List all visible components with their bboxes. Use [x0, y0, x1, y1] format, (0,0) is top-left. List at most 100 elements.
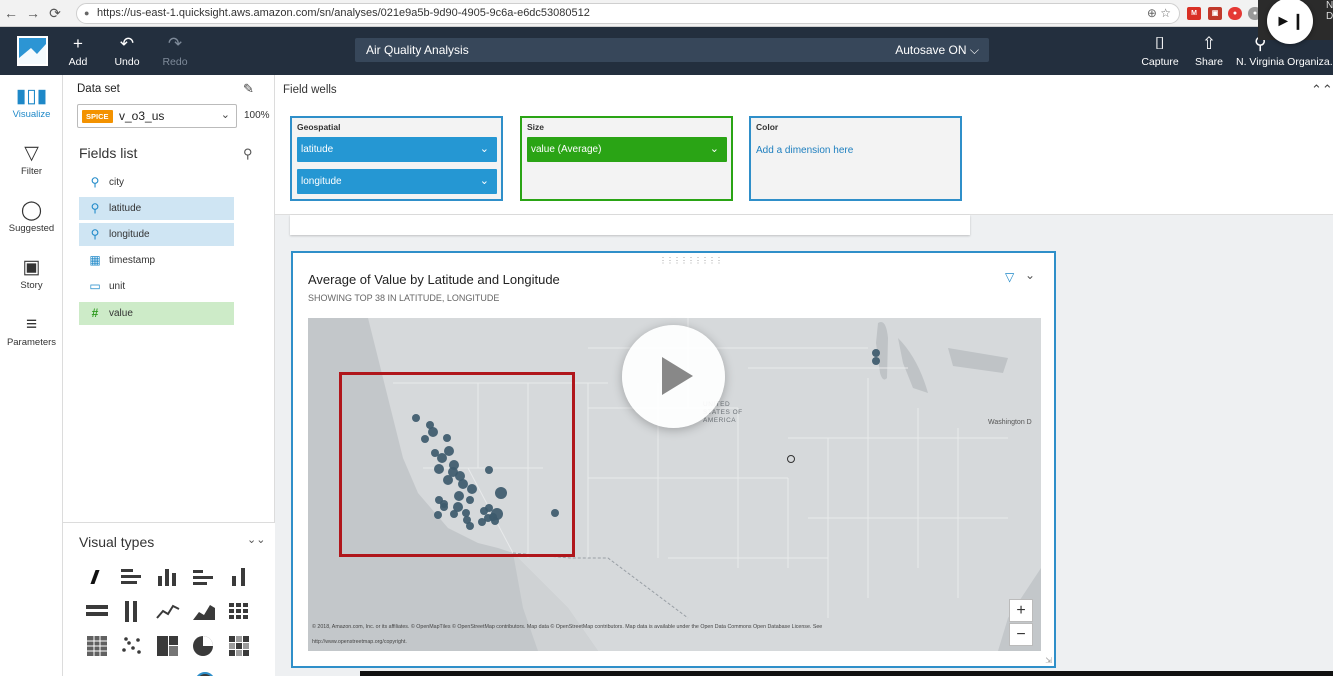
- map-label-city: Washington D: [988, 419, 1032, 426]
- autosave-toggle[interactable]: Autosave ON ⌵: [895, 38, 979, 62]
- geospatial-pill-longitude[interactable]: longitude ⌄: [297, 169, 497, 194]
- add-dimension-placeholder[interactable]: Add a dimension here: [756, 145, 853, 156]
- redo-button[interactable]: ↷ Redo: [155, 34, 195, 69]
- previous-visual-card[interactable]: [290, 215, 970, 235]
- heat-map-icon[interactable]: [227, 634, 253, 658]
- map-point[interactable]: [872, 357, 880, 365]
- rail-parameters[interactable]: ≡ Parameters: [0, 313, 63, 348]
- visual-types-panel: Visual types ⌄⌄: [63, 522, 275, 676]
- field-item-latitude[interactable]: ⚲ latitude: [79, 197, 234, 220]
- geospatial-map-visual-icon[interactable]: [191, 668, 221, 676]
- left-nav-rail: ▮▯▮ Visualize ▽ Filter ◯ Suggested ▣ Sto…: [0, 75, 63, 676]
- percent-bar-chart-icon[interactable]: [85, 600, 111, 624]
- add-button[interactable]: + Add: [58, 34, 98, 69]
- field-item-unit[interactable]: ▭ unit: [79, 275, 234, 298]
- search-icon[interactable]: ⚲: [243, 146, 253, 162]
- bookmark-star-icon[interactable]: ⊕ ☆: [1147, 4, 1171, 23]
- map-point[interactable]: [872, 349, 880, 357]
- rail-story[interactable]: ▣ Story: [0, 256, 63, 291]
- zoom-out-button[interactable]: −: [1009, 623, 1033, 646]
- lock-icon: ●: [84, 8, 90, 18]
- collapse-up-icon[interactable]: ⌃⌃: [1311, 82, 1333, 98]
- pie-chart-icon[interactable]: [191, 634, 217, 658]
- tree-map-icon[interactable]: [155, 634, 181, 658]
- table-icon[interactable]: [85, 634, 111, 658]
- hash-icon: #: [91, 306, 99, 320]
- size-pill-value[interactable]: value (Average) ⌄: [527, 137, 727, 162]
- tag-icon: ▭: [89, 279, 101, 293]
- rail-visualize[interactable]: ▮▯▮ Visualize: [0, 85, 63, 120]
- area-chart-icon[interactable]: [191, 600, 217, 624]
- share-button[interactable]: ⇧ Share: [1189, 34, 1229, 69]
- skip-next-icon[interactable]: ►❙: [1267, 0, 1313, 44]
- sliders-icon: ≡: [25, 314, 38, 335]
- visual-subtitle: SHOWING TOP 38 IN LATITUDE, LONGITUDE: [308, 293, 500, 303]
- scatter-plot-icon[interactable]: [119, 634, 145, 658]
- forward-arrow-icon[interactable]: →: [22, 5, 44, 21]
- analysis-title-bar[interactable]: Air Quality Analysis Autosave ON ⌵: [355, 38, 989, 62]
- dataset-label: Data set: [77, 83, 120, 95]
- pivot-table-icon[interactable]: [227, 600, 253, 624]
- vertical-bar-chart-icon[interactable]: [155, 566, 181, 590]
- size-well[interactable]: Size value (Average) ⌄: [520, 116, 733, 201]
- video-play-button[interactable]: [622, 325, 725, 428]
- field-item-city[interactable]: ⚲ city: [79, 171, 234, 194]
- quicksight-logo[interactable]: [17, 36, 48, 66]
- filter-icon[interactable]: ▽: [1005, 270, 1014, 284]
- geospatial-well[interactable]: Geospatial latitude ⌄ longitude ⌄: [290, 116, 503, 201]
- field-item-timestamp[interactable]: ▦ timestamp: [79, 249, 234, 272]
- resize-handle[interactable]: ⇲: [1045, 656, 1052, 665]
- plus-icon: +: [73, 34, 83, 53]
- dataset-percent: 100%: [244, 110, 270, 121]
- rail-suggested[interactable]: ◯ Suggested: [0, 199, 63, 234]
- extension-icon[interactable]: ▣: [1208, 7, 1222, 20]
- reload-icon[interactable]: ⟳: [44, 5, 66, 22]
- geo-pin-icon: ⚲: [90, 227, 100, 241]
- gmail-extension-icon[interactable]: M: [1187, 7, 1201, 20]
- visual-title[interactable]: Average of Value by Latitude and Longitu…: [308, 272, 560, 287]
- back-arrow-icon[interactable]: ←: [0, 5, 22, 21]
- undo-button[interactable]: ↶ Undo: [107, 35, 147, 69]
- field-wells-panel: Field wells ⌃⌃ Geospatial latitude ⌄ lon…: [275, 75, 1333, 215]
- play-icon: [662, 357, 693, 395]
- autograph-visual-icon[interactable]: [85, 566, 111, 590]
- pencil-icon[interactable]: ✎: [243, 81, 254, 97]
- video-progress-strip: [360, 671, 1333, 676]
- camera-icon: ⌷: [1154, 34, 1166, 53]
- stacked-bar-chart-icon[interactable]: [191, 566, 217, 590]
- video-edge: ND: [1326, 0, 1333, 22]
- percent-column-chart-icon[interactable]: [119, 600, 145, 624]
- visual-types-title: Visual types: [79, 534, 155, 550]
- analysis-title[interactable]: Air Quality Analysis: [366, 38, 469, 62]
- chevron-down-icon: ⌄: [220, 109, 230, 121]
- geospatial-pill-latitude[interactable]: latitude ⌄: [297, 137, 497, 162]
- chevron-down-icon[interactable]: ⌄: [480, 137, 489, 162]
- dataset-name: v_o3_us: [119, 109, 165, 123]
- field-item-longitude[interactable]: ⚲ longitude: [79, 223, 234, 246]
- line-chart-icon[interactable]: [155, 600, 181, 624]
- url-text: https://us-east-1.quicksight.aws.amazon.…: [97, 7, 590, 19]
- red-highlight-box: [339, 372, 575, 557]
- chevron-down-icon[interactable]: ⌄: [710, 137, 719, 162]
- color-well[interactable]: Color Add a dimension here: [749, 116, 962, 201]
- fields-list-title: Fields list: [79, 145, 138, 161]
- field-wells-title: Field wells: [283, 84, 337, 96]
- zoom-in-button[interactable]: +: [1009, 599, 1033, 622]
- address-bar[interactable]: ● https://us-east-1.quicksight.aws.amazo…: [76, 3, 1180, 24]
- stacked-column-chart-icon[interactable]: [227, 566, 253, 590]
- collapse-icon[interactable]: ⌄⌄: [247, 533, 265, 546]
- redo-icon: ↷: [167, 34, 183, 53]
- share-icon: ⇧: [1201, 34, 1217, 53]
- field-item-value[interactable]: # value: [79, 302, 234, 325]
- drag-handle[interactable]: ⋮⋮⋮⋮⋮⋮⋮⋮⋮: [659, 256, 723, 265]
- chevron-down-icon[interactable]: ⌄: [1025, 268, 1035, 282]
- horizontal-bar-chart-icon[interactable]: [119, 566, 145, 590]
- fields-panel: Data set ✎ SPICE v_o3_us ⌄ 100% Fields l…: [63, 75, 275, 676]
- map-attribution-link[interactable]: http://www.openstreetmap.org/copyright.: [312, 639, 407, 645]
- capture-button[interactable]: ⌷ Capture: [1140, 34, 1180, 69]
- chevron-down-icon[interactable]: ⌄: [480, 169, 489, 194]
- rail-filter[interactable]: ▽ Filter: [0, 142, 63, 177]
- extension-icon[interactable]: ●: [1228, 7, 1242, 20]
- dataset-dropdown[interactable]: SPICE v_o3_us ⌄: [77, 104, 237, 128]
- spice-badge: SPICE: [82, 110, 113, 123]
